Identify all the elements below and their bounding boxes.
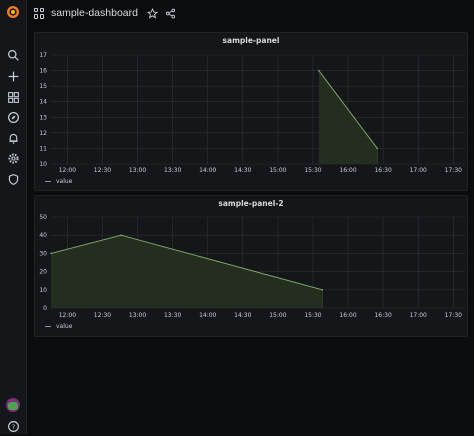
legend-swatch [45, 326, 51, 327]
gear-icon[interactable] [3, 148, 23, 168]
x-tick-label: 13:00 [129, 167, 146, 174]
x-tick-label: 14:30 [234, 312, 251, 319]
x-tick-label: 16:00 [339, 167, 356, 174]
panel-sample-panel-2: sample-panel-2 0 10 20 30 40 50 12:00 12:30 13:0… [34, 195, 468, 337]
alerting-icon[interactable] [3, 128, 23, 148]
x-tick-label: 17:00 [410, 167, 427, 174]
share-icon[interactable] [165, 7, 177, 19]
legend-label[interactable]: value [56, 323, 72, 330]
side-menu: ? [0, 0, 27, 434]
x-tick-label: 17:30 [445, 312, 462, 319]
data-point [376, 147, 379, 150]
x-tick-label: 13:00 [129, 312, 146, 319]
dashboards-icon[interactable] [34, 7, 45, 19]
grafana-logo-icon[interactable] [3, 2, 23, 22]
x-tick-label: 13:30 [164, 167, 181, 174]
y-tick-label: 0 [43, 305, 47, 312]
panel-sample-panel: sample-panel 10 11 12 13 14 15 16 17 12:00 12:30 1… [34, 32, 468, 191]
legend: value [45, 323, 72, 330]
x-tick-label: 16:00 [339, 312, 356, 319]
x-tick-label: 16:30 [374, 167, 391, 174]
legend: value [45, 178, 72, 185]
y-tick-label: 50 [39, 214, 47, 221]
help-icon[interactable]: ? [3, 416, 23, 436]
y-tick-label: 15 [39, 83, 47, 90]
x-tick-label: 12:30 [94, 167, 111, 174]
graph-sample-panel: 10 11 12 13 14 15 16 17 12:00 12:30 13:00 13:30 14:0… [39, 52, 465, 174]
y-tick-label: 11 [39, 145, 47, 152]
dashboard-navbar: sample-dashboard [26, 0, 474, 26]
x-tick-label: 12:30 [94, 312, 111, 319]
x-tick-label: 14:00 [199, 167, 216, 174]
y-tick-label: 10 [39, 161, 47, 168]
x-tick-label: 15:00 [269, 167, 286, 174]
y-tick-label: 17 [39, 52, 47, 59]
data-point [321, 289, 324, 291]
y-tick-label: 40 [39, 232, 47, 239]
x-tick-label: 12:00 [59, 312, 76, 319]
x-tick-label: 17:30 [445, 167, 462, 174]
x-tick-label: 15:00 [269, 312, 286, 319]
shield-icon[interactable] [3, 169, 23, 189]
data-point [50, 252, 52, 255]
x-tick-label: 15:30 [304, 167, 321, 174]
data-point [318, 69, 320, 72]
search-icon[interactable] [3, 45, 23, 65]
x-tick-label: 17:00 [410, 312, 427, 319]
star-icon[interactable] [147, 7, 159, 19]
dashboards-icon[interactable] [3, 87, 23, 107]
y-tick-label: 30 [39, 250, 47, 257]
user-avatar[interactable] [6, 398, 20, 412]
dashboard-title[interactable]: sample-dashboard [51, 7, 138, 19]
x-tick-label: 13:30 [164, 312, 181, 319]
y-tick-label: 16 [39, 68, 47, 75]
graph-sample-panel-2: 0 10 20 30 40 50 12:00 12:30 13:00 13:30 14:00 14:3… [39, 214, 465, 319]
x-tick-label: 14:30 [234, 167, 251, 174]
x-tick-label: 14:00 [199, 312, 216, 319]
y-tick-label: 14 [39, 99, 47, 106]
x-tick-label: 15:30 [304, 312, 321, 319]
legend-swatch [45, 181, 51, 182]
data-point [120, 234, 122, 236]
y-tick-label: 10 [39, 287, 47, 294]
x-tick-label: 16:30 [374, 312, 391, 319]
svg-text:?: ? [11, 422, 14, 430]
y-tick-label: 20 [39, 269, 47, 276]
x-tick-label: 12:00 [59, 167, 76, 174]
plus-icon[interactable] [3, 66, 23, 86]
legend-label[interactable]: value [56, 178, 72, 185]
explore-icon[interactable] [3, 107, 23, 127]
y-tick-label: 12 [39, 130, 47, 137]
y-tick-label: 13 [39, 114, 47, 121]
